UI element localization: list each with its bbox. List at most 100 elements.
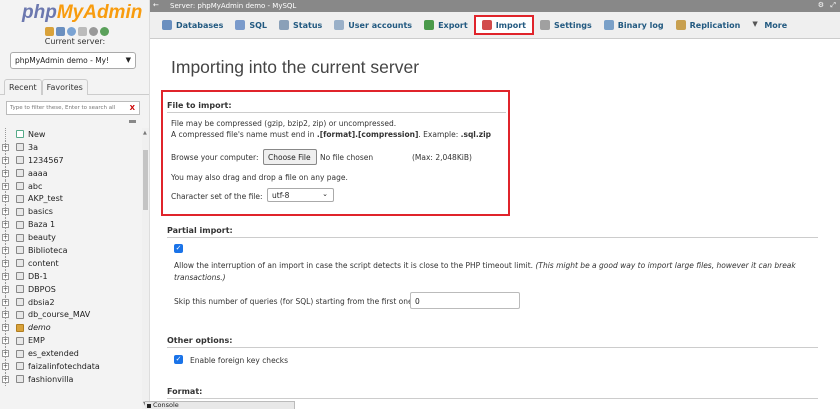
expand-icon[interactable]: + [2, 311, 9, 319]
page-title: Importing into the current server [171, 57, 420, 77]
expand-icon[interactable]: + [2, 182, 9, 190]
tree-item-database[interactable]: + basics [0, 205, 142, 219]
database-icon[interactable] [56, 27, 65, 36]
binary-log-icon [603, 20, 614, 30]
database-icon [16, 169, 24, 178]
help-icon[interactable] [67, 27, 76, 36]
tab-user-accounts[interactable]: User accounts [328, 15, 418, 35]
expand-icon[interactable]: + [2, 143, 9, 151]
navigation-icons [45, 27, 109, 36]
tree-item-database[interactable]: + EMP [0, 334, 142, 348]
docs-icon[interactable] [78, 27, 87, 36]
home-icon[interactable] [45, 27, 54, 36]
expand-icon[interactable]: + [2, 285, 9, 293]
tab-databases[interactable]: Databases [156, 15, 229, 35]
expand-icon[interactable]: + [2, 363, 9, 371]
server-breadcrumb[interactable]: Server: phpMyAdmin demo - MySQL [170, 2, 296, 10]
tree-item-database[interactable]: + Baza 1 [0, 218, 142, 232]
browse-label: Browse your computer: [171, 153, 259, 162]
tree-item-database[interactable]: + DBPOS [0, 282, 142, 296]
scrollbar-thumb[interactable] [143, 150, 148, 210]
status-icon [279, 20, 290, 30]
export-icon [424, 20, 435, 30]
console-toggle[interactable]: Console [145, 401, 295, 409]
gear-icon[interactable]: ⚙ [818, 1, 824, 9]
database-icon [16, 207, 24, 216]
expand-icon[interactable]: + [2, 208, 9, 216]
divider [167, 398, 818, 399]
database-icon [16, 246, 24, 255]
tree-item-database[interactable]: + aaaa [0, 166, 142, 180]
tree-item-database[interactable]: + beauty [0, 231, 142, 244]
skip-queries-input[interactable]: 0 [410, 292, 520, 309]
charset-select[interactable]: utf-8 ⌄ [267, 188, 334, 202]
tree-item-database[interactable]: +3a [0, 140, 142, 154]
expand-icon[interactable]: + [2, 156, 9, 164]
expand-icon[interactable]: + [2, 298, 9, 306]
database-icon [16, 375, 24, 384]
settings-icon[interactable] [89, 27, 98, 36]
tab-import[interactable]: Import [473, 15, 534, 35]
back-arrow-icon[interactable]: ← [153, 1, 159, 9]
expand-icon[interactable]: + [2, 324, 9, 332]
navigation-sidebar: phpMyAdmin Current server: phpMyAdmin de… [0, 0, 150, 409]
database-filter-input[interactable]: Type to filter these, Enter to search al… [6, 101, 140, 115]
no-file-chosen-text: No file chosen [320, 153, 374, 162]
database-icon [162, 20, 172, 30]
current-server-label: Current server: [44, 37, 106, 46]
maximize-icon[interactable]: ⤢ [830, 1, 836, 10]
reload-icon[interactable] [100, 27, 109, 36]
tab-favorites[interactable]: Favorites [41, 79, 88, 95]
tree-item-database[interactable]: + demo [0, 321, 142, 335]
tree-item-new[interactable]: New [0, 128, 142, 141]
expand-icon[interactable]: + [2, 350, 9, 358]
import-icon [481, 20, 492, 30]
scroll-up-icon[interactable]: ▲ [143, 130, 147, 136]
expand-icon[interactable]: + [2, 337, 9, 345]
tab-export[interactable]: Export [418, 15, 474, 35]
phpmyadmin-logo[interactable]: phpMyAdmin [22, 2, 142, 24]
tree-item-database[interactable]: +1234567 [0, 153, 142, 167]
database-icon [16, 156, 24, 165]
tree-item-database[interactable]: + content [0, 256, 142, 270]
expand-icon[interactable]: + [2, 169, 9, 177]
expand-icon[interactable]: + [2, 247, 9, 255]
tab-binary-log[interactable]: Binary log [598, 15, 670, 35]
tab-status[interactable]: Status [273, 15, 328, 35]
collapse-all-icon[interactable] [129, 120, 136, 123]
tab-recent[interactable]: Recent [4, 79, 42, 95]
sql-icon [235, 20, 246, 30]
replication-icon [675, 20, 686, 30]
expand-icon[interactable]: + [2, 259, 9, 267]
tab-replication[interactable]: Replication [670, 15, 747, 35]
clear-filter-button[interactable]: X [130, 104, 135, 112]
file-to-import-heading: File to import: [167, 101, 232, 110]
expand-icon[interactable]: + [2, 375, 9, 383]
allow-interrupt-checkbox[interactable]: ✓ [174, 244, 183, 253]
choose-file-button[interactable]: Choose File [263, 149, 317, 165]
tree-item-database[interactable]: + AKP_test [0, 192, 142, 206]
chevron-down-icon: ⌄ [322, 190, 328, 198]
tree-item-database[interactable]: + dbsia2 [0, 295, 142, 309]
tree-item-database[interactable]: + es_extended [0, 347, 142, 360]
tab-settings[interactable]: Settings [534, 15, 598, 35]
database-icon [16, 143, 24, 152]
tree-item-database[interactable]: + Biblioteca [0, 244, 142, 257]
main-content: Importing into the current server File t… [150, 39, 840, 409]
database-icon [16, 298, 24, 307]
expand-icon[interactable]: + [2, 195, 9, 203]
foreign-key-checkbox[interactable]: ✓ [174, 355, 183, 364]
tree-item-database[interactable]: + db_course_MAV [0, 308, 142, 322]
partial-import-heading: Partial import: [167, 226, 233, 235]
tree-item-database[interactable]: + fashionvilla [0, 372, 142, 386]
expand-icon[interactable]: + [2, 272, 9, 280]
tab-sql[interactable]: SQL [229, 15, 273, 35]
sidebar-scrollbar[interactable]: ▲ ▼ [142, 128, 149, 409]
tree-item-database[interactable]: + abc [0, 179, 142, 193]
expand-icon[interactable]: + [2, 234, 9, 242]
expand-icon[interactable]: + [2, 221, 9, 229]
tree-item-database[interactable]: + DB-1 [0, 269, 142, 283]
tab-more[interactable]: ▼ More [746, 15, 793, 35]
server-select[interactable]: phpMyAdmin demo - My! ▼ [10, 52, 136, 69]
tree-item-database[interactable]: + faizalinfotechdata [0, 360, 142, 373]
